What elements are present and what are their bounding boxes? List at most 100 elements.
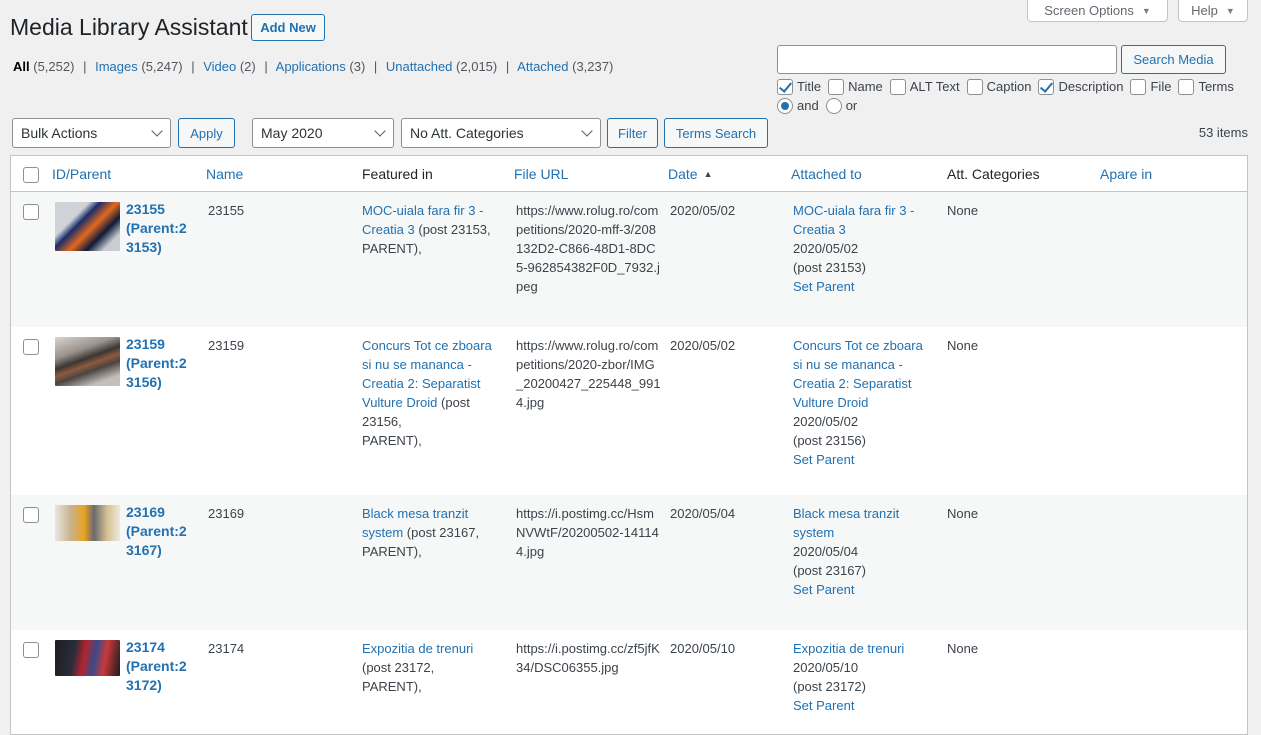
- search-field-file[interactable]: File: [1130, 77, 1171, 96]
- thumbnail-image[interactable]: [55, 505, 120, 541]
- add-new-button[interactable]: Add New: [251, 14, 325, 41]
- thumbnail-image[interactable]: [55, 640, 120, 676]
- tablenav-top: Bulk Actions Apply May 2020 No Att. Cate…: [0, 118, 1261, 150]
- help-button[interactable]: Help ▼: [1178, 0, 1248, 22]
- attached-date: 2020/05/02: [793, 241, 859, 256]
- bulk-actions-select[interactable]: Bulk Actions: [12, 118, 171, 148]
- category-filter-select[interactable]: No Att. Categories: [401, 118, 601, 148]
- file-url: https://i.postimg.cc/HsmNVWtF/20200502-1…: [516, 506, 659, 559]
- item-date: 2020/05/02: [670, 338, 736, 353]
- item-id-link[interactable]: 23155 (Parent:2 3153): [126, 200, 196, 257]
- attached-to-link[interactable]: MOC-uiala fara fir 3 - Creatia 3: [793, 203, 914, 237]
- row-checkbox[interactable]: [23, 642, 39, 658]
- table-row: 23155 (Parent:2 3153) 23155 MOC-uiala fara…: [11, 192, 1247, 327]
- view-unattached-link[interactable]: Unattached: [386, 59, 453, 74]
- item-id-link[interactable]: 23169 (Parent:2 3167): [126, 503, 196, 560]
- search-field-alt-text[interactable]: ALT Text: [889, 77, 960, 96]
- row-checkbox[interactable]: [23, 339, 39, 355]
- view-applications-count: (3): [349, 59, 366, 74]
- view-attached-link[interactable]: Attached: [517, 59, 568, 74]
- checkbox[interactable]: [1178, 78, 1195, 95]
- search-field-terms[interactable]: Terms: [1178, 77, 1234, 96]
- column-apare-in[interactable]: Apare in: [1100, 166, 1152, 182]
- thumbnail-image[interactable]: [55, 202, 120, 251]
- table-row: 23174 (Parent:2 3172) 23174 Expozitia de t…: [11, 630, 1247, 734]
- chevron-down-icon: [581, 125, 593, 137]
- att-categories: None: [947, 338, 979, 353]
- chevron-down-icon: [151, 125, 163, 137]
- checkbox[interactable]: [966, 78, 983, 95]
- terms-search-button[interactable]: Terms Search: [664, 118, 768, 148]
- featured-in-meta-2: PARENT),: [362, 679, 422, 694]
- column-file-url[interactable]: File URL: [514, 166, 568, 182]
- set-parent-link[interactable]: Set Parent: [793, 452, 854, 467]
- search-media-button[interactable]: Search Media: [1121, 45, 1226, 74]
- view-applications-link[interactable]: Applications: [276, 59, 346, 74]
- search-field-description[interactable]: Description: [1038, 77, 1123, 96]
- column-date[interactable]: Date ▲: [668, 166, 713, 182]
- file-url: https://i.postimg.cc/zf5jfK34/DSC06355.j…: [516, 641, 660, 675]
- checkbox[interactable]: [1038, 78, 1055, 95]
- search-field-caption[interactable]: Caption: [966, 77, 1032, 96]
- separator: |: [264, 59, 268, 74]
- row-checkbox[interactable]: [23, 204, 39, 220]
- item-name: 23155: [208, 203, 245, 218]
- radio[interactable]: [777, 97, 793, 114]
- search-input[interactable]: [777, 45, 1117, 74]
- column-id-parent[interactable]: ID/Parent: [52, 166, 111, 182]
- screen-options-button[interactable]: Screen Options ▼: [1027, 0, 1168, 22]
- set-parent-link[interactable]: Set Parent: [793, 698, 854, 713]
- set-parent-link[interactable]: Set Parent: [793, 279, 854, 294]
- att-categories: None: [947, 506, 979, 521]
- column-attached-to[interactable]: Attached to: [791, 166, 862, 182]
- media-table: ID/Parent Name Featured in File URL Date…: [10, 155, 1248, 735]
- attached-to-cell: Concurs Tot ce zboara si nu se mananca -…: [793, 336, 933, 469]
- apply-button[interactable]: Apply: [178, 118, 235, 148]
- column-name[interactable]: Name: [206, 166, 243, 182]
- radio[interactable]: [825, 97, 842, 114]
- view-attached-count: (3,237): [572, 59, 614, 74]
- sort-ascending-icon: ▲: [703, 169, 713, 179]
- search-field-label: Caption: [986, 79, 1032, 94]
- item-name: 23159: [208, 338, 245, 353]
- view-filters: All (5,252) | Images (5,247) | Video (2)…: [13, 59, 613, 74]
- item-date: 2020/05/04: [670, 506, 736, 521]
- checkbox[interactable]: [777, 78, 793, 95]
- attached-to-link[interactable]: Concurs Tot ce zboara si nu se mananca -…: [793, 338, 923, 410]
- attached-to-cell: Expozitia de trenuri 2020/05/10 (post 23…: [793, 639, 933, 715]
- view-video-count: (2): [239, 59, 256, 74]
- featured-in-link[interactable]: Expozitia de trenuri: [362, 641, 473, 656]
- connector-or[interactable]: or: [825, 96, 857, 115]
- set-parent-link[interactable]: Set Parent: [793, 582, 854, 597]
- view-all-link[interactable]: All: [13, 59, 30, 74]
- checkbox[interactable]: [1130, 78, 1147, 95]
- attached-post: (post 23167): [793, 563, 866, 578]
- featured-in-meta: (post 23167,: [406, 525, 480, 540]
- filter-button[interactable]: Filter: [607, 118, 658, 148]
- checkbox[interactable]: [828, 78, 845, 95]
- chevron-down-icon: [374, 125, 386, 137]
- month-filter-select[interactable]: May 2020: [252, 118, 394, 148]
- attached-to-link[interactable]: Expozitia de trenuri: [793, 641, 904, 656]
- featured-in-link[interactable]: Concurs Tot ce zboara si nu se mananca -…: [362, 338, 492, 410]
- row-checkbox[interactable]: [23, 507, 39, 523]
- view-video-link[interactable]: Video: [203, 59, 236, 74]
- bulk-actions-value: Bulk Actions: [21, 125, 98, 141]
- item-id-link[interactable]: 23159 (Parent:2 3156): [126, 335, 196, 392]
- thumbnail-image[interactable]: [55, 337, 120, 386]
- search-fields: Title Name ALT Text Caption Description …: [777, 77, 1257, 115]
- view-images-link[interactable]: Images: [95, 59, 138, 74]
- item-id-link[interactable]: 23174 (Parent:2 3172): [126, 638, 196, 695]
- attached-to-cell: MOC-uiala fara fir 3 - Creatia 3 2020/05…: [793, 201, 933, 296]
- search-field-title[interactable]: Title: [777, 77, 821, 96]
- column-att-categories: Att. Categories: [947, 166, 1040, 182]
- search-field-label: Terms: [1198, 79, 1234, 94]
- search-field-name[interactable]: Name: [828, 77, 883, 96]
- select-all-checkbox[interactable]: [23, 167, 39, 183]
- attached-to-link[interactable]: Black mesa tranzit system: [793, 506, 899, 540]
- item-date: 2020/05/02: [670, 203, 736, 218]
- checkbox[interactable]: [889, 78, 906, 95]
- view-images-count: (5,247): [141, 59, 183, 74]
- connector-and[interactable]: and: [777, 96, 819, 115]
- attached-date: 2020/05/10: [793, 660, 859, 675]
